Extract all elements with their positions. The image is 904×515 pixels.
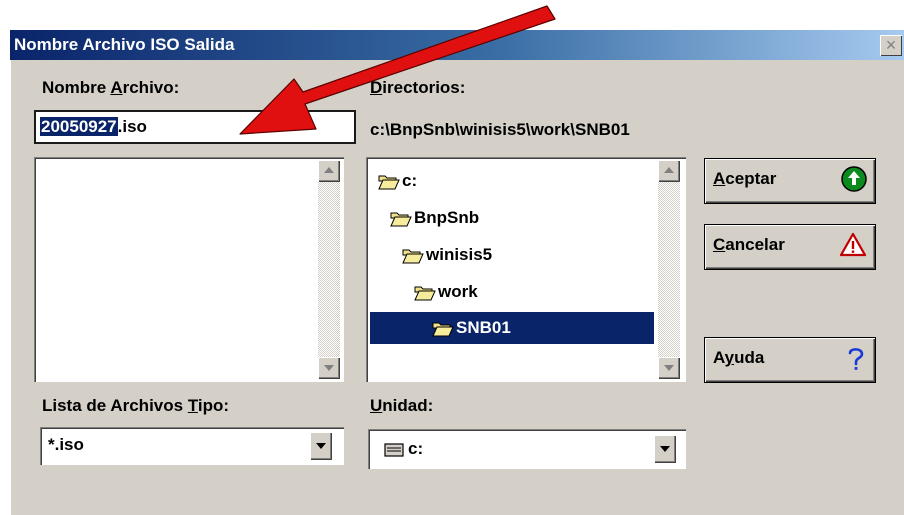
file-type-dropdown-button[interactable] xyxy=(310,432,332,460)
close-button[interactable]: × xyxy=(880,35,902,56)
scroll-up-button[interactable] xyxy=(318,160,340,182)
file-list-scrollbar[interactable] xyxy=(318,160,340,379)
close-icon: × xyxy=(885,35,897,55)
filename-input[interactable]: 20050927.iso xyxy=(34,110,356,144)
chevron-down-icon xyxy=(660,446,670,452)
arrow-down-icon xyxy=(664,365,674,371)
open-folder-icon xyxy=(390,212,412,227)
current-directory-path: c:\BnpSnb\winisis5\work\SNB01 xyxy=(370,120,630,139)
directory-list[interactable]: c: BnpSnb winisis5 work SNB01 xyxy=(366,157,686,382)
drive-label: Unidad: xyxy=(370,396,434,415)
open-folder-icon xyxy=(414,286,436,301)
directories-label: Directorios: xyxy=(370,78,466,97)
hard-drive-icon xyxy=(384,443,404,457)
scroll-down-button[interactable] xyxy=(658,357,680,379)
drive-dropdown-button[interactable] xyxy=(654,435,676,463)
accept-button[interactable]: Aceptar xyxy=(704,158,876,204)
open-folder-icon xyxy=(378,175,400,190)
directory-item[interactable]: BnpSnb xyxy=(390,202,479,234)
window-title: Nombre Archivo ISO Salida xyxy=(14,35,235,54)
directory-list-scrollbar[interactable] xyxy=(658,160,680,379)
scroll-down-button[interactable] xyxy=(318,357,340,379)
title-bar[interactable]: Nombre Archivo ISO Salida × xyxy=(10,30,904,60)
file-type-label: Lista de Archivos Tipo: xyxy=(42,396,230,415)
filename-label: Nombre Archivo: xyxy=(42,78,180,97)
file-type-value: *.iso xyxy=(48,435,84,454)
question-mark-icon xyxy=(848,348,864,370)
drive-value: c: xyxy=(408,439,424,458)
arrow-up-icon xyxy=(664,167,674,173)
directory-item[interactable]: winisis5 xyxy=(402,239,492,271)
arrow-down-icon xyxy=(324,365,334,371)
help-button[interactable]: Ayuda xyxy=(704,337,876,383)
directory-item[interactable]: c: xyxy=(378,165,417,197)
scroll-up-button[interactable] xyxy=(658,160,680,182)
drive-select[interactable]: c: xyxy=(368,429,686,469)
directory-item[interactable]: work xyxy=(414,276,478,308)
directory-item-selected[interactable]: SNB01 xyxy=(370,312,654,344)
open-folder-icon xyxy=(402,249,424,264)
chevron-down-icon xyxy=(316,443,326,449)
green-up-arrow-icon xyxy=(841,166,867,192)
open-folder-icon xyxy=(432,322,454,337)
filename-selected-text: 20050927 xyxy=(40,117,118,136)
file-list[interactable] xyxy=(34,157,344,382)
file-type-select[interactable]: *.iso xyxy=(40,427,344,465)
arrow-up-icon xyxy=(324,167,334,173)
cancel-button[interactable]: Cancelar xyxy=(704,224,876,270)
warning-triangle-icon xyxy=(839,232,867,257)
filename-rest-text: .iso xyxy=(117,117,147,136)
